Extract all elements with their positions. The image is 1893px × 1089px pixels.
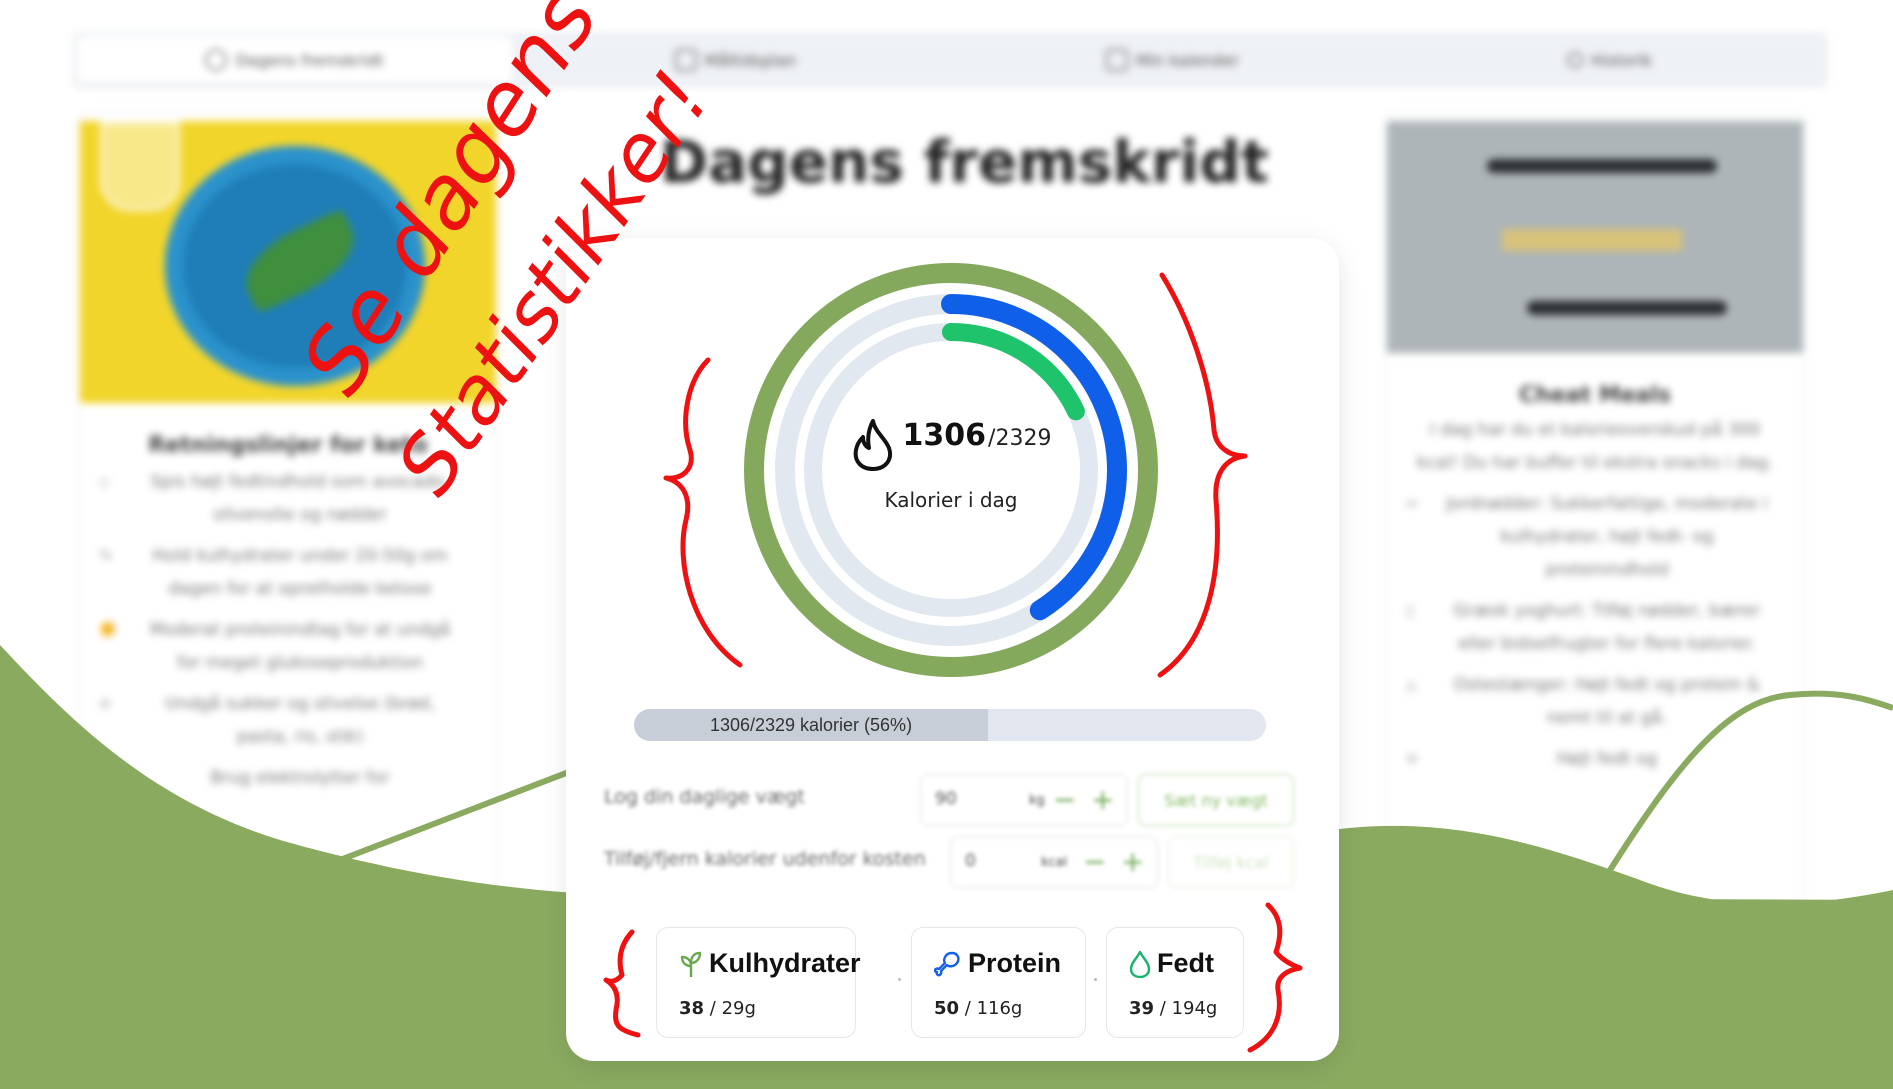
macro-current: 50 <box>934 998 960 1019</box>
calorie-minus-button[interactable]: − <box>1083 845 1106 878</box>
macro-value: 50 / 116g <box>934 998 1022 1019</box>
macro-card-carbs: Kulhydrater 38 / 29g <box>656 927 861 1038</box>
add-kcal-button[interactable]: Tilføj kcal <box>1168 836 1294 888</box>
calorie-adjust-input[interactable]: 0 kcal − + <box>950 836 1158 888</box>
macro-goal: / 29g <box>704 998 756 1019</box>
calorie-progress-bar: 1306/2329 kalorier (56%) <box>634 709 1266 741</box>
weight-minus-button[interactable]: − <box>1053 783 1076 816</box>
macro-card-fat: Fedt 39 / 194g <box>1106 927 1244 1038</box>
calorie-plus-button[interactable]: + <box>1121 845 1144 878</box>
macro-header: Protein <box>934 948 1061 979</box>
calorie-adjust-value: 0 <box>965 851 976 871</box>
macro-goal: / 194g <box>1154 998 1218 1019</box>
set-weight-button[interactable]: Sæt ny vægt <box>1138 774 1294 826</box>
macro-name: Kulhydrater <box>709 948 861 978</box>
calories-label: Kalorier i dag <box>884 488 1018 512</box>
separator-dot <box>898 978 901 981</box>
macro-value: 38 / 29g <box>679 998 756 1019</box>
weight-unit: kg <box>1029 793 1045 808</box>
progress-text: 1306/2329 kalorier (56%) <box>709 715 913 735</box>
macro-header: Kulhydrater <box>679 948 861 979</box>
weight-log-label: Log din daglige vægt <box>604 786 805 808</box>
macro-header: Fedt <box>1129 948 1214 979</box>
macro-current: 39 <box>1129 998 1155 1019</box>
calories-consumed: 1306 <box>902 418 987 453</box>
weight-value: 90 <box>935 789 957 809</box>
calorie-adjust-label: Tilføj/fjern kalorier udenfor kosten <box>604 848 926 870</box>
calorie-adjust-unit: kcal <box>1041 855 1068 870</box>
macro-value: 39 / 194g <box>1129 998 1217 1019</box>
macro-goal: / 116g <box>959 998 1023 1019</box>
daily-progress-card: 1306 /2329 Kalorier i dag 1306/2329 kalo… <box>566 238 1339 1061</box>
weight-plus-button[interactable]: + <box>1091 783 1114 816</box>
sprout-icon <box>680 951 702 977</box>
macro-card-protein: Protein 50 / 116g <box>911 927 1086 1038</box>
calorie-readout: 1306 /2329 <box>796 418 1106 472</box>
screenshot-stage: Dagens fremskridt Måltidsplan Min kalend… <box>0 0 1893 1089</box>
macro-current: 38 <box>679 998 705 1019</box>
ring-center: 1306 /2329 Kalorier i dag <box>796 418 1106 512</box>
droplet-icon <box>1129 950 1151 978</box>
drumstick-icon <box>934 951 960 976</box>
weight-input[interactable]: 90 kg − + <box>920 774 1128 826</box>
flame-icon <box>853 419 892 471</box>
macro-name: Fedt <box>1157 948 1214 978</box>
calories-goal: /2329 <box>988 426 1052 451</box>
separator-dot <box>1094 978 1097 981</box>
macro-name: Protein <box>968 948 1062 978</box>
